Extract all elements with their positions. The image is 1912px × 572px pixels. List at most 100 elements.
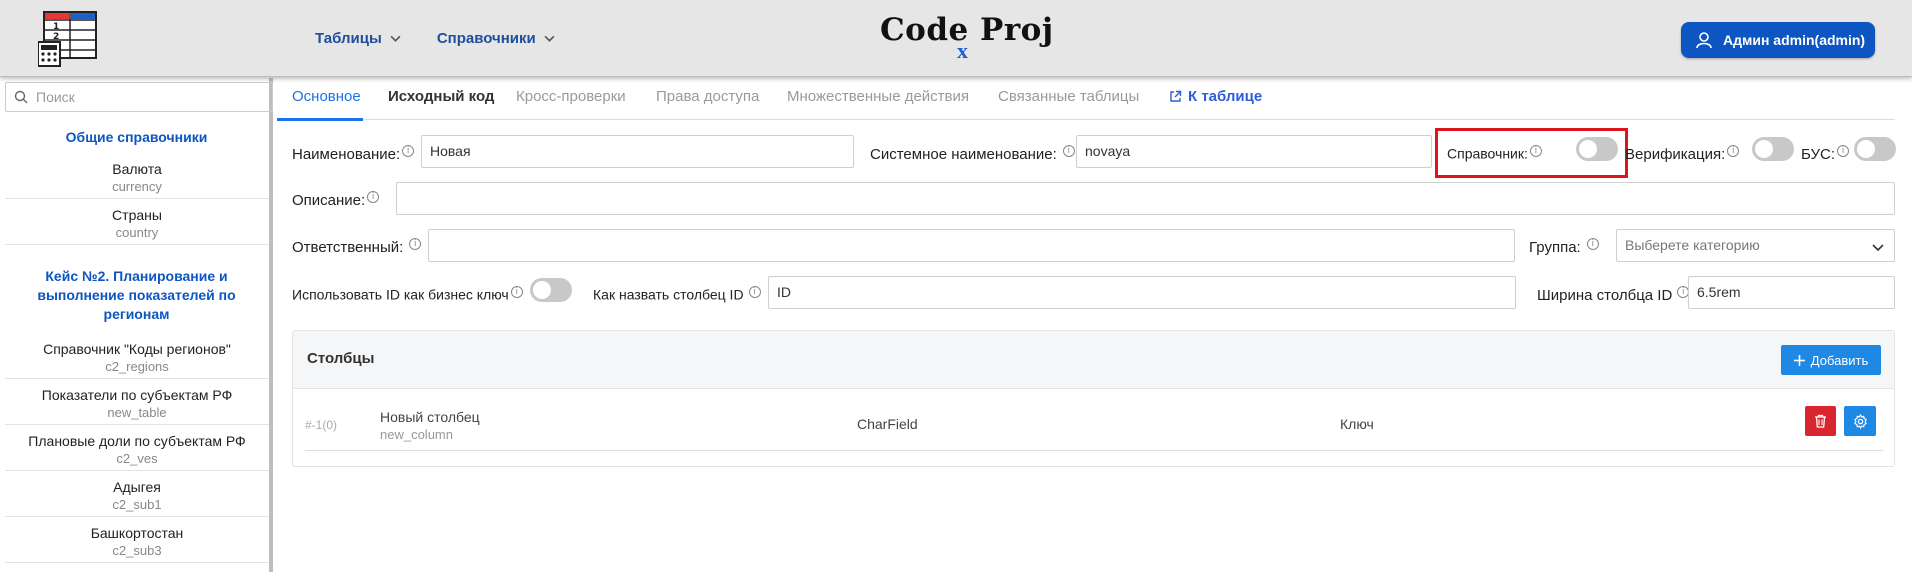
tab-to-table[interactable]: К таблице	[1169, 88, 1262, 105]
sidebar-item-c2-ves[interactable]: Плановые доли по субъектам РФ c2_ves	[5, 432, 269, 471]
tab-main[interactable]: Основное	[292, 88, 361, 105]
verification-toggle[interactable]	[1752, 137, 1794, 161]
name-input[interactable]: Новая	[421, 135, 854, 168]
add-column-label: Добавить	[1810, 352, 1869, 368]
info-icon[interactable]: i	[409, 238, 422, 250]
id-col-name-input[interactable]: ID	[768, 276, 1516, 309]
sidebar-search	[5, 82, 273, 112]
user-icon	[1696, 32, 1712, 49]
gear-icon	[1853, 413, 1867, 429]
delete-column-button[interactable]	[1805, 406, 1836, 436]
verification-label: Верификация: i	[1625, 145, 1740, 163]
info-icon[interactable]: i	[510, 286, 523, 298]
sidebar-item-c2-regions[interactable]: Справочник "Коды регионов" c2_regions	[5, 340, 269, 379]
sidebar-item-new-table[interactable]: Показатели по субъектам РФ new_table	[5, 386, 269, 425]
sidebar-item-sysname: currency	[112, 179, 162, 194]
sidebar-item-c2-sub1[interactable]: Адыгея c2_sub1	[5, 478, 269, 517]
group-select[interactable]: Выберете категорию	[1616, 229, 1895, 262]
tab-to-table-label: К таблице	[1188, 88, 1263, 105]
description-label-text: Описание:	[292, 192, 366, 209]
sidebar-item-currency[interactable]: Валюта currency	[5, 160, 269, 199]
sidebar-item-country[interactable]: Страны country	[5, 206, 269, 245]
columns-card-header: Столбцы Добавить	[293, 331, 1894, 389]
id-col-name-label: Как назвать столбец ID i	[593, 286, 761, 303]
info-icon[interactable]: i	[748, 286, 761, 298]
description-label: Описание: i	[292, 191, 380, 209]
name-label-text: Наименование:	[292, 146, 401, 163]
sidebar-item-sysname: c2_ves	[116, 451, 158, 466]
responsible-input[interactable]	[428, 229, 1515, 262]
id-col-width-input[interactable]: 6.5rem	[1688, 276, 1895, 309]
id-col-name-label-text: Как назвать столбец ID	[593, 286, 744, 303]
sysname-label: Системное наименование: i	[870, 145, 1075, 163]
app-logo[interactable]: 1 2	[0, 0, 237, 77]
tab-access-rights[interactable]: Права доступа	[656, 88, 759, 105]
sidebar-item-title: Страны	[112, 207, 162, 223]
sidebar-item-title: Плановые доли по субъектам РФ	[28, 433, 246, 449]
plus-icon	[1793, 354, 1805, 366]
info-icon[interactable]: i	[367, 191, 380, 203]
use-id-toggle[interactable]	[530, 278, 572, 302]
nav-directories-label: Справочники	[436, 30, 536, 47]
column-sysname: new_column	[380, 427, 453, 442]
column-type: CharField	[857, 416, 918, 432]
group-select-placeholder: Выберете категорию	[1625, 237, 1760, 253]
column-settings-button[interactable]	[1844, 406, 1876, 436]
sidebar-item-sysname: c2_sub1	[112, 497, 162, 512]
add-column-button[interactable]: Добавить	[1781, 345, 1881, 375]
brand-accent: x	[957, 38, 969, 63]
column-key: Ключ	[1340, 416, 1374, 432]
sidebar-item-title: Адыгея	[113, 479, 161, 495]
svg-text:1: 1	[53, 22, 59, 32]
info-icon[interactable]: i	[402, 145, 415, 157]
tab-bulk-actions[interactable]: Множественные действия	[787, 88, 969, 105]
sidebar: Общие справочники Валюта currency Страны…	[0, 78, 273, 572]
tab-source-code[interactable]: Исходный код	[388, 88, 494, 105]
tabs-bar: Основное Исходный код Кросс-проверки Пра…	[277, 78, 1895, 120]
sidebar-item-sysname: country	[115, 225, 159, 240]
directory-highlight-box	[1435, 128, 1628, 178]
table-logo-icon: 1 2	[38, 11, 97, 67]
sidebar-group-general: Общие справочники	[65, 129, 208, 145]
name-label: Наименование: i	[292, 145, 415, 163]
search-icon	[14, 90, 28, 104]
responsible-label: Ответственный: i	[292, 238, 422, 256]
use-id-label-text: Использовать ID как бизнес ключ	[292, 286, 509, 303]
use-id-label: Использовать ID как бизнес ключ i	[292, 286, 523, 303]
user-menu-button[interactable]: Админ admin(admin)	[1681, 22, 1875, 58]
sidebar-item-title: Башкортостан	[90, 525, 184, 541]
info-icon[interactable]: i	[1062, 145, 1075, 157]
sidebar-item-title: Валюта	[112, 161, 162, 177]
tab-cross-checks[interactable]: Кросс-проверки	[516, 88, 626, 105]
bus-label-text: БУС:	[1801, 146, 1836, 163]
column-name-cell: Новый столбец new_column	[380, 408, 480, 444]
sidebar-item-sysname: new_table	[107, 405, 167, 420]
sidebar-item-sysname: c2_sub3	[112, 543, 162, 558]
columns-title: Столбцы	[307, 350, 375, 367]
description-input[interactable]	[396, 182, 1895, 215]
search-input[interactable]	[36, 89, 256, 105]
chevron-down-icon	[544, 35, 555, 42]
tab-related-tables[interactable]: Связанные таблицы	[998, 88, 1139, 105]
brand-logo-text: Code Proj x	[880, 12, 1054, 63]
group-label: Группа: i	[1529, 238, 1599, 256]
sysname-input[interactable]: novaya	[1076, 135, 1432, 168]
id-col-width-label: Ширина столбца ID i	[1537, 286, 1690, 304]
info-icon[interactable]: i	[1586, 238, 1599, 250]
sidebar-item-c2-sub3[interactable]: Башкортостан c2_sub3	[5, 524, 269, 563]
bus-toggle[interactable]	[1854, 137, 1896, 161]
column-name: Новый столбец	[380, 409, 480, 425]
sidebar-group-case2: Кейс №2. Планирование и выполнение показ…	[37, 268, 236, 322]
id-col-width-label-text: Ширина столбца ID	[1537, 287, 1673, 304]
trash-icon	[1815, 414, 1826, 428]
verification-label-text: Верификация:	[1625, 146, 1726, 163]
nav-tables-menu[interactable]: Таблицы	[315, 30, 401, 47]
chevron-down-icon	[1872, 244, 1884, 252]
table-row: #-1(0) Новый столбец new_column CharFiel…	[305, 391, 1883, 451]
nav-directories-menu[interactable]: Справочники	[437, 30, 555, 47]
info-icon[interactable]: i	[1727, 145, 1740, 157]
info-icon[interactable]: i	[1837, 145, 1850, 157]
bus-label: БУС: i	[1801, 145, 1850, 163]
columns-card: Столбцы Добавить #-1(0) Новый столбец ne…	[292, 330, 1895, 467]
responsible-label-text: Ответственный:	[292, 239, 404, 256]
